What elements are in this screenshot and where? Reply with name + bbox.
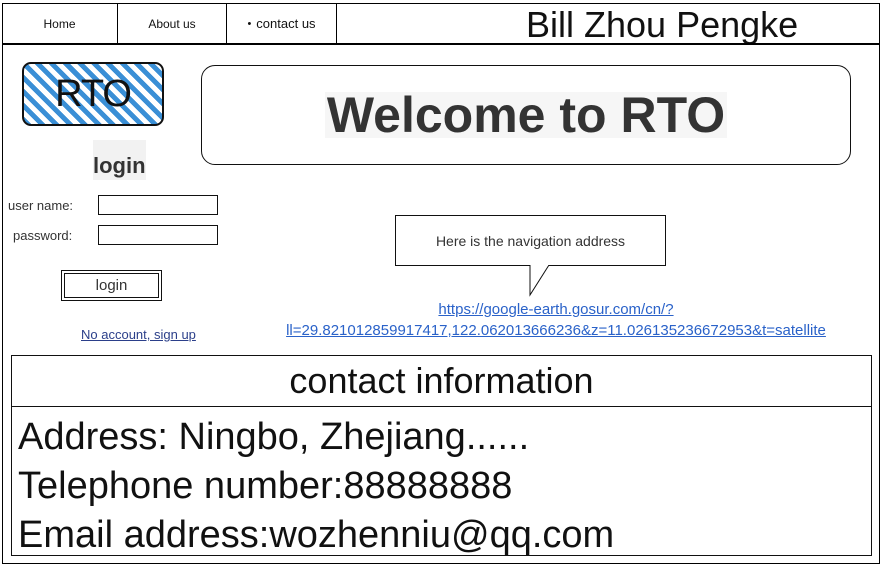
nav-about-us[interactable]: About us [118,4,227,43]
nav-home-label: Home [43,16,76,31]
google-earth-link-line2: ll=29.821012859917417,122.062013666236&z… [286,322,826,339]
signup-link[interactable]: No account, sign up [81,327,196,342]
login-title: login [93,140,146,180]
contact-email: Email address:wozhenniu@qq.com [18,514,615,556]
navigation-callout-text: Here is the navigation address [435,232,626,249]
callout-tail [529,265,550,297]
google-earth-link[interactable]: https://google-earth.gosur.com/cn/? ll=2… [250,299,862,341]
contact-address: Address: Ningbo, Zhejiang...... [18,416,530,458]
nav-contact-us[interactable]: • contact us [227,4,337,43]
nav-about-us-label: About us [148,16,196,31]
bullet-icon: • [247,17,252,30]
contact-title: contact information [12,356,871,407]
login-button-label: login [64,273,159,298]
google-earth-link-line1: https://google-earth.gosur.com/cn/? [438,301,674,318]
header-divider [2,43,880,45]
username-input[interactable] [98,195,218,215]
site-owner-name: Bill Zhou Pengke [526,4,799,45]
nav-home[interactable]: Home [2,4,118,43]
welcome-heading: Welcome to RTO [324,87,728,143]
nav-contact-us-label: contact us [256,16,316,31]
password-input[interactable] [98,225,218,245]
welcome-banner: Welcome to RTO [201,65,851,165]
login-button[interactable]: login [61,270,162,301]
rto-logo: RTO [22,62,164,126]
password-label: password: [13,228,73,243]
navigation-callout: Here is the navigation address [395,215,666,266]
contact-telephone: Telephone number:88888888 [18,465,513,507]
contact-section: contact information Address: Ningbo, Zhe… [11,355,872,556]
rto-logo-text: RTO [55,72,132,115]
username-label: user name: [8,198,74,213]
